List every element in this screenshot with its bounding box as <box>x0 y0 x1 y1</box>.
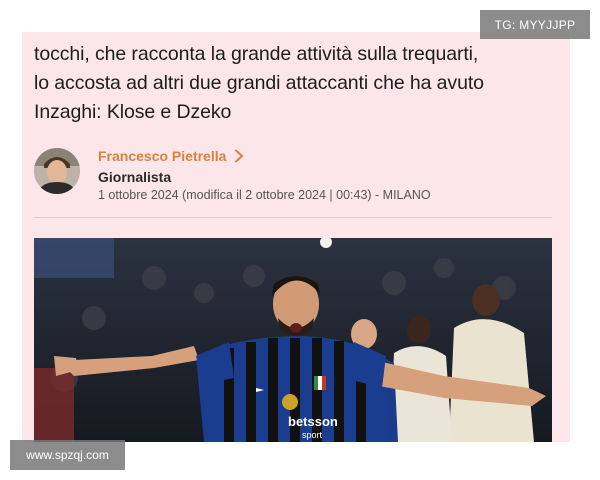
shirt-sponsor-text: betsson <box>288 414 338 429</box>
article-lead-text: tocchi, che racconta la grande attività … <box>34 40 564 127</box>
article-date: 1 ottobre 2024 (modifica il 2 ottobre 20… <box>98 188 431 202</box>
author-avatar[interactable] <box>34 148 80 194</box>
hero-photo[interactable]: betsson sport <box>34 238 552 442</box>
article-card: tocchi, che racconta la grande attività … <box>22 32 570 442</box>
author-name: Francesco Pietrella <box>98 148 227 164</box>
watermark-top: TG: MYYJJPP <box>480 10 590 39</box>
author-role: Giornalista <box>98 169 172 185</box>
shirt-sponsor-subtext: sport <box>302 430 323 440</box>
lead-line: lo accosta ad altri due grandi attaccant… <box>34 72 484 94</box>
footballer-celebration-image: betsson sport <box>34 238 552 442</box>
lead-line: Inzaghi: Klose e Dzeko <box>34 101 232 123</box>
author-photo-icon <box>34 148 80 194</box>
divider <box>34 217 552 218</box>
author-name-link[interactable]: Francesco Pietrella <box>98 148 244 164</box>
chevron-right-icon <box>235 149 244 163</box>
author-byline: Francesco Pietrella Giornalista 1 ottobr… <box>34 148 554 208</box>
watermark-bottom: www.spzqj.com <box>10 440 125 470</box>
lead-line: tocchi, che racconta la grande attività … <box>34 43 479 65</box>
